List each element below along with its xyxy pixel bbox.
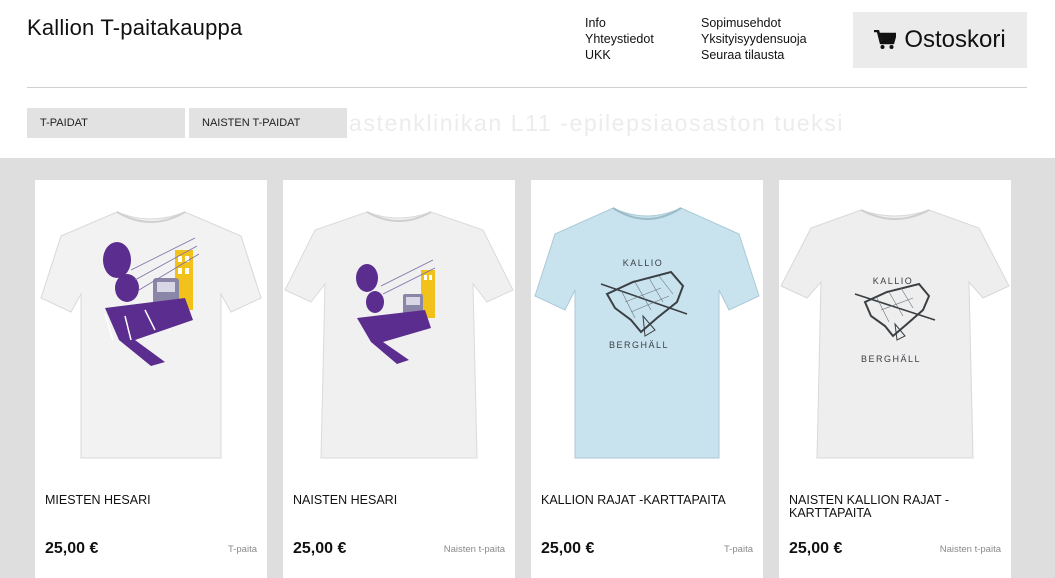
terms-link[interactable]: Sopimusehdot xyxy=(701,15,807,31)
product-image[interactable]: KALLIO BERGHÄLL xyxy=(531,190,763,475)
product-name[interactable]: MIESTEN HESARI xyxy=(45,494,260,507)
map-label-berghall: BERGHÄLL xyxy=(609,340,669,350)
nav-womens-tshirts[interactable]: NAISTEN T-PAIDAT xyxy=(189,108,347,138)
shopping-cart-icon xyxy=(874,30,897,49)
product-price: 25,00 € xyxy=(789,540,843,557)
map-label-kallio: KALLIO xyxy=(873,276,914,286)
info-link[interactable]: Info xyxy=(585,15,654,31)
product-card[interactable]: KALLIO BERGHÄLL KALLION RAJAT -KARTTAPAI… xyxy=(531,180,763,578)
product-card[interactable]: KALLIO BERGHÄLL NAISTEN KALLION RAJAT -K… xyxy=(779,180,1011,578)
product-category: Naisten t-paita xyxy=(443,544,505,555)
map-label-berghall: BERGHÄLL xyxy=(861,354,921,364)
product-category: T-paita xyxy=(723,544,753,555)
policy-links: Sopimusehdot Yksityisyydensuoja Seuraa t… xyxy=(701,15,807,63)
faq-link[interactable]: UKK xyxy=(585,47,654,63)
tshirt-shape xyxy=(534,207,760,459)
tshirt-shape xyxy=(40,211,262,459)
product-price: 25,00 € xyxy=(45,540,99,557)
header-divider xyxy=(27,87,1027,88)
product-category: Naisten t-paita xyxy=(939,544,1001,555)
product-category: T-paita xyxy=(227,544,257,555)
shop-title[interactable]: Kallion T-paitakauppa xyxy=(27,15,242,41)
product-price: 25,00 € xyxy=(541,540,595,557)
product-name[interactable]: NAISTEN KALLION RAJAT -KARTTAPAITA xyxy=(789,494,1004,520)
site-header: Kallion T-paitakauppa Info Yhteystiedot … xyxy=(0,0,1055,158)
product-name[interactable]: NAISTEN HESARI xyxy=(293,494,508,507)
map-label-kallio: KALLIO xyxy=(623,258,664,268)
product-card[interactable]: NAISTEN HESARI 25,00 € Naisten t-paita xyxy=(283,180,515,578)
product-card[interactable]: MIESTEN HESARI 25,00 € T-paita xyxy=(35,180,267,578)
product-image[interactable] xyxy=(283,190,515,475)
contact-link[interactable]: Yhteystiedot xyxy=(585,31,654,47)
info-links: Info Yhteystiedot UKK xyxy=(585,15,654,63)
product-name[interactable]: KALLION RAJAT -KARTTAPAITA xyxy=(541,494,756,507)
nav-tshirts[interactable]: T-PAIDAT xyxy=(27,108,185,138)
track-order-link[interactable]: Seuraa tilausta xyxy=(701,47,807,63)
cart-label: Ostoskori xyxy=(904,26,1006,53)
cart-button[interactable]: Ostoskori xyxy=(853,12,1027,68)
privacy-link[interactable]: Yksityisyydensuoja xyxy=(701,31,807,47)
product-image[interactable] xyxy=(35,190,267,475)
product-image[interactable]: KALLIO BERGHÄLL xyxy=(779,190,1011,475)
banner-text: astenklinikan L11 -epilepsiaosaston tuek… xyxy=(349,110,845,136)
product-price: 25,00 € xyxy=(293,540,347,557)
